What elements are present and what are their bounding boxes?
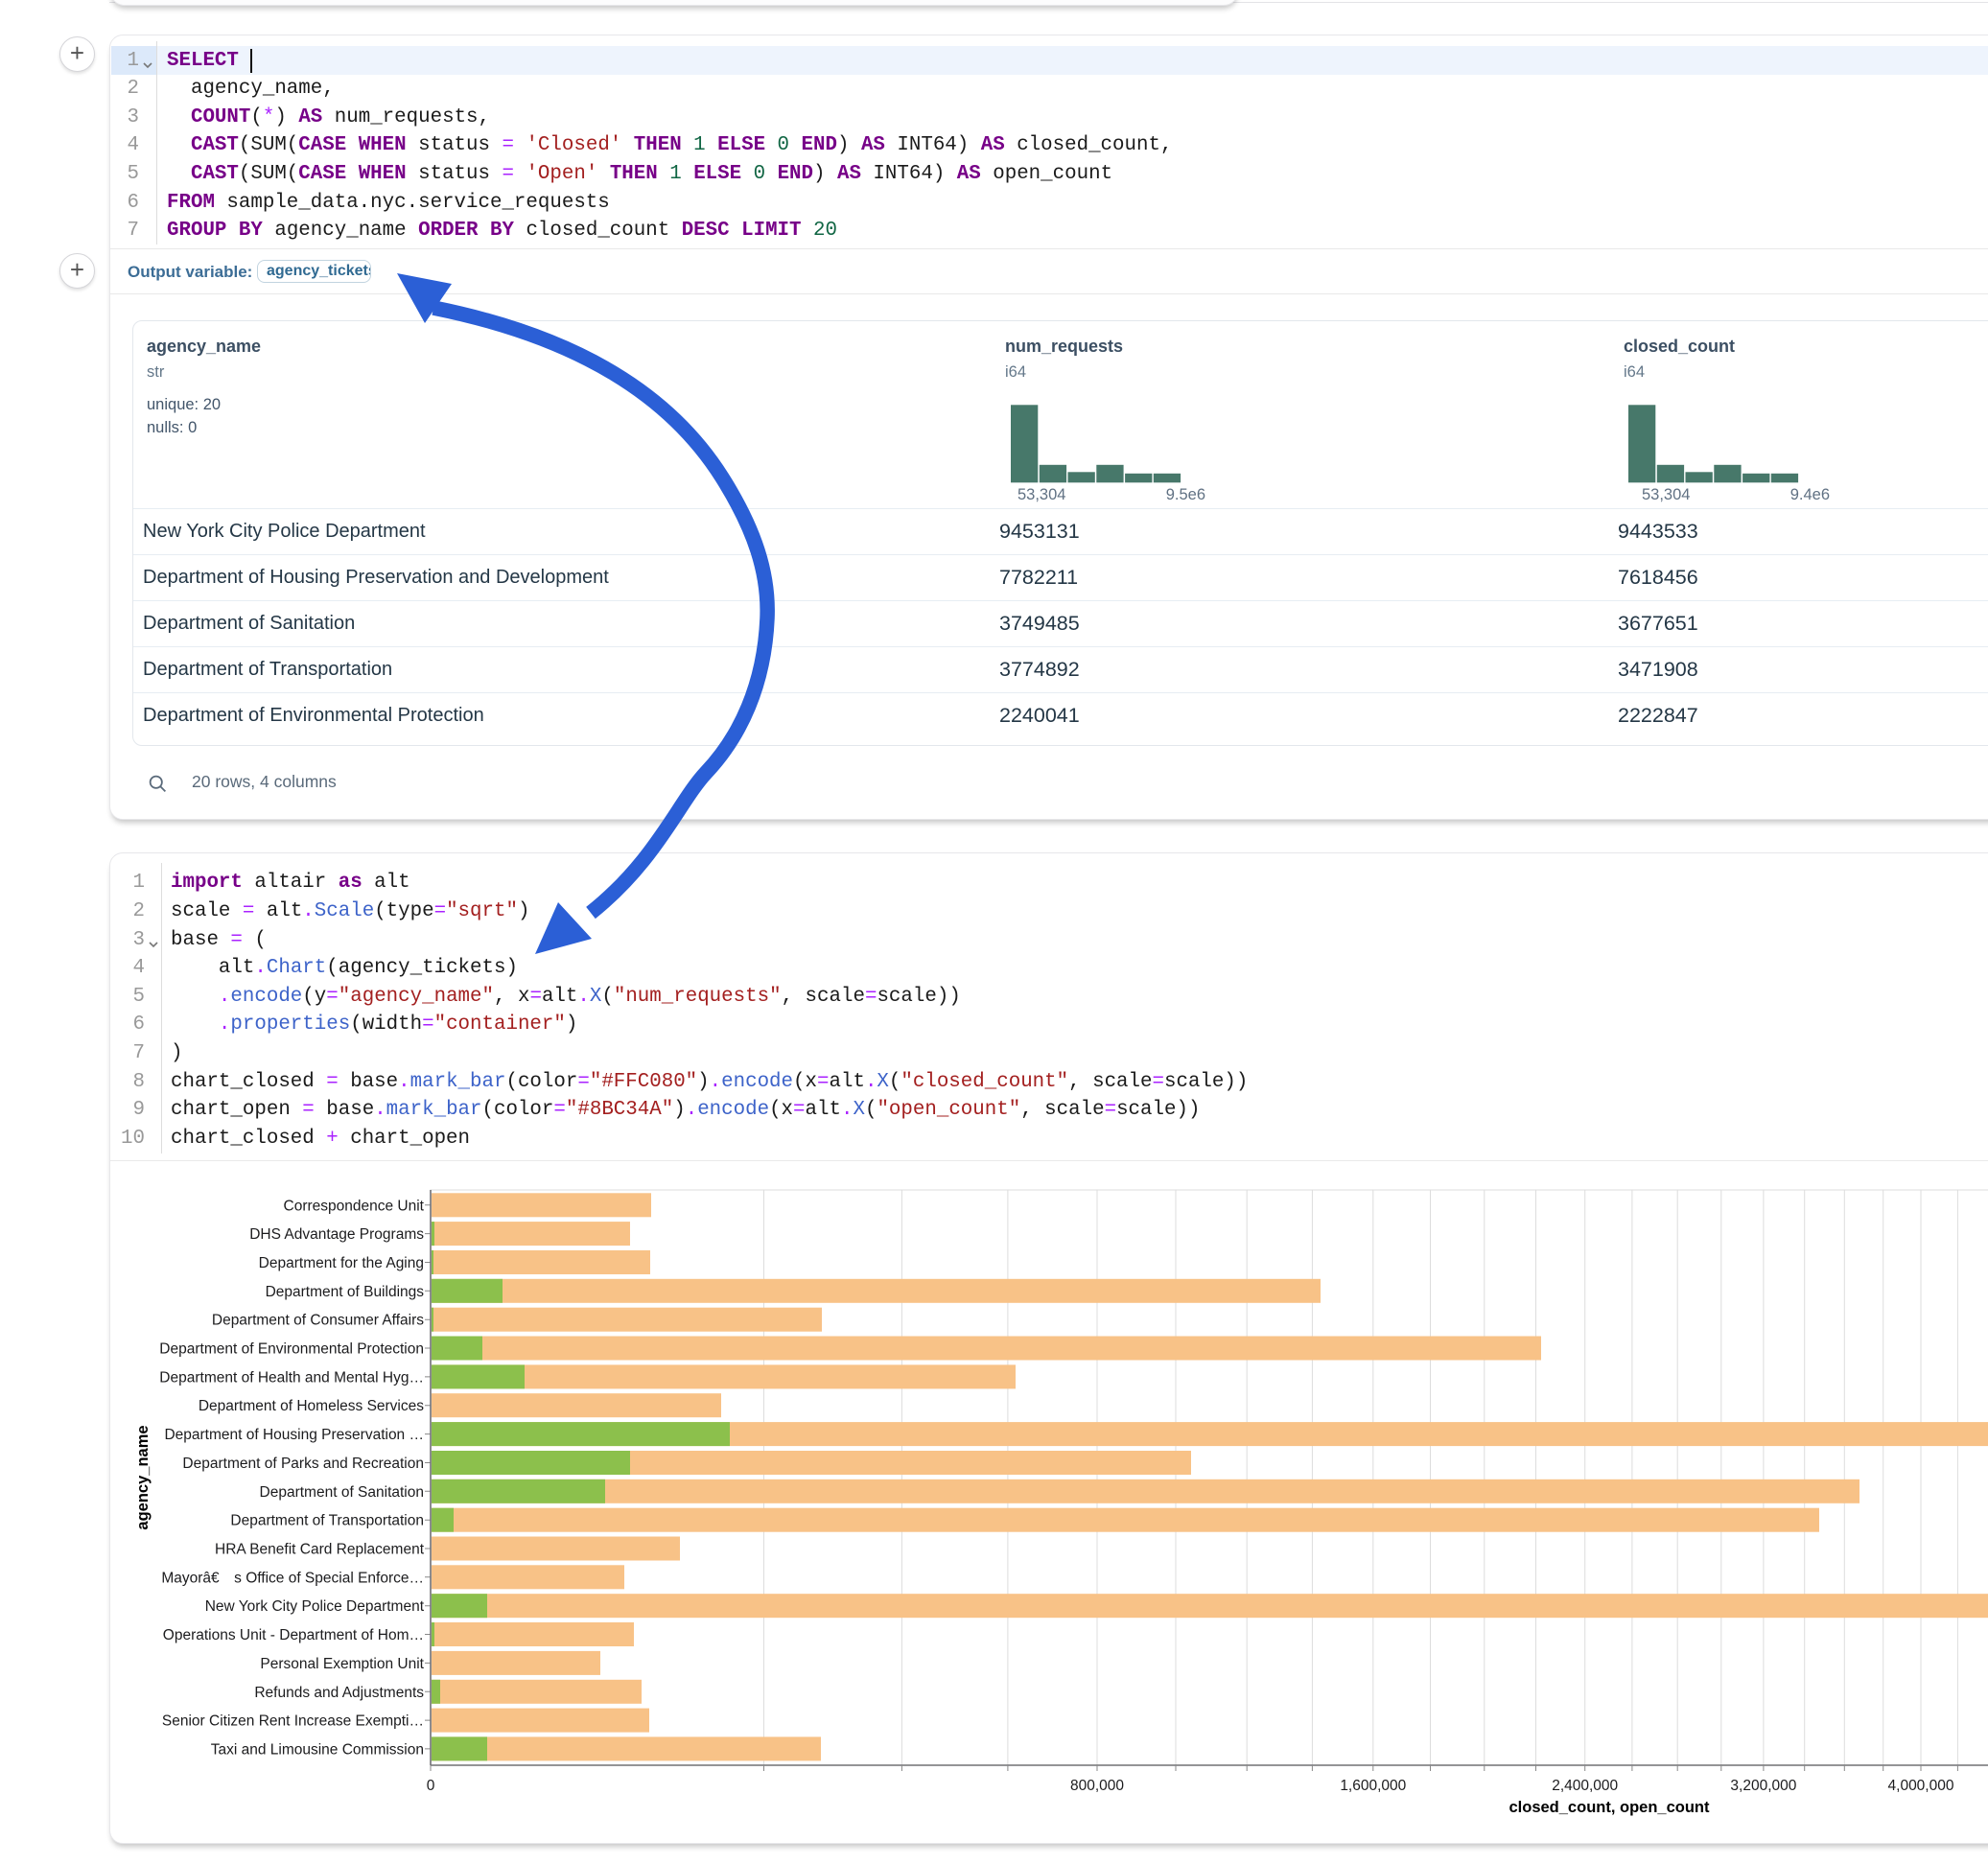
svg-text:Department of Parks and Recrea: Department of Parks and Recreation bbox=[182, 1456, 424, 1472]
svg-text:Department of Sanitation: Department of Sanitation bbox=[260, 1484, 424, 1501]
svg-text:Department of Homeless Service: Department of Homeless Services bbox=[199, 1398, 424, 1414]
svg-text:Mayorâ€ s Office of Special En: Mayorâ€ s Office of Special Enforce… bbox=[161, 1570, 424, 1586]
svg-text:Correspondence Unit: Correspondence Unit bbox=[284, 1198, 425, 1214]
svg-text:agency_name: agency_name bbox=[134, 1425, 152, 1529]
svg-text:Taxi and Limousine Commission: Taxi and Limousine Commission bbox=[211, 1741, 424, 1758]
svg-text:DHS Advantage Programs: DHS Advantage Programs bbox=[249, 1226, 424, 1243]
svg-text:Department of Housing Preserva: Department of Housing Preservation … bbox=[164, 1427, 424, 1443]
svg-text:HRA Benefit Card Replacement: HRA Benefit Card Replacement bbox=[215, 1542, 425, 1558]
svg-text:Refunds and Adjustments: Refunds and Adjustments bbox=[254, 1685, 424, 1701]
svg-text:Department of Health and Menta: Department of Health and Mental Hyg… bbox=[159, 1369, 424, 1386]
svg-text:Department of Consumer Affairs: Department of Consumer Affairs bbox=[212, 1313, 424, 1329]
svg-text:closed_count, open_count: closed_count, open_count bbox=[1509, 1799, 1710, 1816]
svg-text:3,200,000: 3,200,000 bbox=[1730, 1778, 1796, 1794]
svg-text:Department of Transportation: Department of Transportation bbox=[230, 1513, 424, 1529]
svg-text:Operations Unit - Department o: Operations Unit - Department of Hom… bbox=[163, 1627, 424, 1643]
svg-text:Senior Citizen Rent Increase E: Senior Citizen Rent Increase Exempti… bbox=[162, 1713, 424, 1730]
svg-text:Department for the Aging: Department for the Aging bbox=[259, 1255, 424, 1271]
svg-text:New York City Police Departmen: New York City Police Department bbox=[205, 1598, 425, 1615]
svg-text:Department of Buildings: Department of Buildings bbox=[266, 1284, 425, 1300]
svg-text:Department of Environmental Pr: Department of Environmental Protection bbox=[159, 1341, 424, 1358]
svg-text:800,000: 800,000 bbox=[1070, 1778, 1124, 1794]
svg-text:2,400,000: 2,400,000 bbox=[1552, 1778, 1618, 1794]
svg-text:Personal Exemption Unit: Personal Exemption Unit bbox=[260, 1656, 424, 1672]
svg-text:0: 0 bbox=[427, 1778, 435, 1794]
svg-text:1,600,000: 1,600,000 bbox=[1340, 1778, 1406, 1794]
svg-text:4,000,000: 4,000,000 bbox=[1888, 1778, 1954, 1794]
